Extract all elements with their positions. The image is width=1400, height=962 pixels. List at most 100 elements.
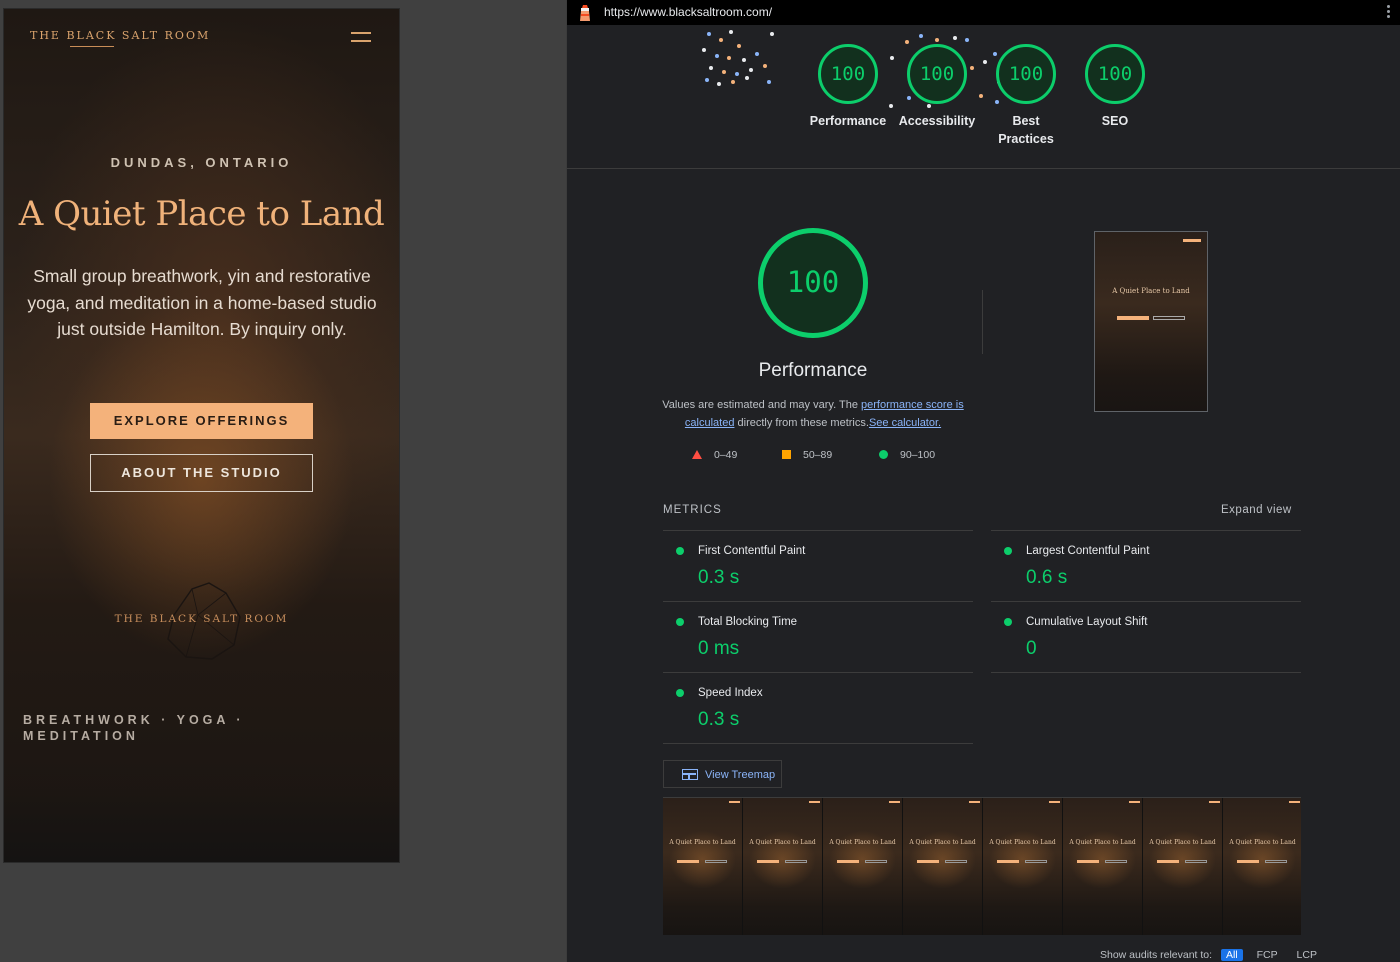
legend-fail-label: 0–49: [714, 449, 738, 461]
gauge-best-practices[interactable]: 100 Best Practices: [981, 44, 1071, 148]
hero-subtitle: Small group breathwork, yin and restorat…: [27, 266, 377, 339]
thumb-title: A Quiet Place to Land: [1112, 287, 1190, 295]
filmstrip-frame: A Quiet Place to Land: [1143, 798, 1223, 935]
site-logo-text: THE BLACK SALT ROOM: [30, 29, 211, 42]
gauge-accessibility-label: Accessibility: [898, 114, 976, 128]
metric-name: Speed Index: [698, 687, 763, 699]
gauge-seo-label: SEO: [1101, 114, 1129, 128]
average-square-icon: [782, 450, 791, 459]
pass-circle-icon: [879, 450, 888, 459]
metric-value: 0.3 s: [698, 709, 740, 730]
pass-dot-icon: [1004, 618, 1012, 626]
legend-pass: 90–100: [879, 449, 935, 461]
frame-title: A Quiet Place to Land: [1229, 839, 1296, 846]
metric-name: Cumulative Layout Shift: [1026, 616, 1148, 628]
pass-dot-icon: [676, 618, 684, 626]
metric-speed-index: Speed Index 0.3 s: [663, 672, 973, 743]
filmstrip: A Quiet Place to Land A Quiet Place to L…: [663, 797, 1301, 935]
metric-value: 0 ms: [698, 638, 740, 659]
note-text-2: directly from these metrics.: [734, 417, 869, 429]
logo-underline: [70, 46, 114, 47]
view-treemap-button[interactable]: View Treemap: [663, 760, 782, 788]
filmstrip-frame: A Quiet Place to Land: [1063, 798, 1143, 935]
legend-average: 50–89: [782, 449, 832, 461]
metric-first-contentful-paint: First Contentful Paint 0.3 s: [663, 530, 973, 601]
note-text-1: Values are estimated and may vary. The: [662, 399, 861, 411]
gauge-seo[interactable]: 100 SEO: [1070, 44, 1160, 130]
performance-note: Values are estimated and may vary. The p…: [662, 396, 964, 432]
lighthouse-logo-icon: [580, 5, 590, 21]
metric-value: 0.3 s: [698, 567, 740, 588]
frame-title: A Quiet Place to Land: [669, 839, 736, 846]
filmstrip-frame: A Quiet Place to Land: [983, 798, 1063, 935]
treemap-icon: [682, 769, 698, 780]
frame-title: A Quiet Place to Land: [1069, 839, 1136, 846]
filter-fcp-chip[interactable]: FCP: [1252, 949, 1283, 961]
gauge-accessibility[interactable]: 100 Accessibility: [892, 44, 982, 130]
metric-value: 0: [1026, 638, 1037, 659]
legend-average-label: 50–89: [803, 449, 833, 461]
offerings-tagline: BREATHWORK · YOGA · MEDITATION: [23, 713, 245, 743]
metrics-header: METRICS: [663, 504, 722, 516]
view-treemap-label: View Treemap: [705, 769, 776, 781]
pass-dot-icon: [1004, 547, 1012, 555]
hero-kicker: DUNDAS, ONTARIO: [110, 155, 293, 170]
frame-title: A Quiet Place to Land: [909, 839, 976, 846]
report-url[interactable]: https://www.blacksaltroom.com/: [604, 5, 772, 19]
vertical-divider: [982, 290, 983, 354]
filmstrip-frame: A Quiet Place to Land: [823, 798, 903, 935]
report-url-bar: https://www.blacksaltroom.com/: [567, 0, 1400, 25]
pass-dot-icon: [676, 689, 684, 697]
pass-dot-icon: [676, 547, 684, 555]
frame-title: A Quiet Place to Land: [829, 839, 896, 846]
gauge-performance-label: Performance: [809, 114, 887, 128]
metric-name: Largest Contentful Paint: [1026, 545, 1150, 557]
metric-name: Total Blocking Time: [698, 616, 798, 628]
filmstrip-frame: A Quiet Place to Land: [1223, 798, 1301, 935]
expand-view-toggle[interactable]: Expand view: [1221, 504, 1292, 516]
audit-filter: Show audits relevant to: All FCP LCP: [1100, 949, 1322, 961]
filmstrip-frame: A Quiet Place to Land: [903, 798, 983, 935]
gauge-performance-score: 100: [818, 44, 878, 104]
filmstrip-frame: A Quiet Place to Land: [663, 798, 743, 935]
final-screenshot-thumbnail[interactable]: A Quiet Place to Land: [1094, 231, 1208, 412]
bottom-fade: [4, 789, 399, 862]
fail-triangle-icon: [692, 450, 702, 459]
frame-title: A Quiet Place to Land: [989, 839, 1056, 846]
hero-title: A Quiet Place to Land: [18, 194, 385, 234]
filter-all-chip[interactable]: All: [1221, 949, 1243, 961]
thumb-primary-button: [1117, 316, 1149, 320]
site-logo[interactable]: THE BLACK SALT ROOM: [30, 29, 210, 47]
explore-offerings-button[interactable]: EXPLORE OFFERINGS: [90, 403, 313, 439]
more-options-icon[interactable]: [1387, 5, 1390, 20]
mobile-site-preview: THE BLACK SALT ROOM DUNDAS, ONTARIO A Qu…: [4, 9, 399, 862]
gauge-best-practices-label: Best Practices: [998, 114, 1054, 146]
metrics-divider: [663, 743, 973, 744]
about-the-studio-button[interactable]: ABOUT THE STUDIO: [90, 454, 313, 492]
thumb-secondary-button: [1153, 316, 1185, 320]
legend-fail: 0–49: [692, 449, 737, 461]
performance-title: Performance: [758, 360, 868, 381]
performance-score-gauge: 100: [758, 228, 868, 338]
audit-filter-label: Show audits relevant to:: [1100, 949, 1213, 961]
thumb-nav-button: [1183, 239, 1201, 242]
gauge-best-practices-score: 100: [996, 44, 1056, 104]
footer-logo: THE BLACK SALT ROOM: [114, 613, 289, 625]
frame-title: A Quiet Place to Land: [1149, 839, 1216, 846]
filmstrip-frame: A Quiet Place to Land: [743, 798, 823, 935]
filter-lcp-chip[interactable]: LCP: [1292, 949, 1322, 961]
gauge-performance[interactable]: 100 Performance: [803, 44, 893, 130]
legend-pass-label: 90–100: [900, 449, 936, 461]
gauge-seo-score: 100: [1085, 44, 1145, 104]
metric-value: 0.6 s: [1026, 567, 1068, 588]
hamburger-menu-icon[interactable]: [351, 32, 371, 44]
lighthouse-report: https://www.blacksaltroom.com/ 100 Perfo…: [566, 0, 1400, 962]
see-calculator-link[interactable]: See calculator.: [869, 417, 941, 429]
metric-name: First Contentful Paint: [698, 545, 806, 557]
category-gauges: 100 Performance 100 Accessibility 100 Be…: [567, 26, 1400, 169]
metric-cumulative-layout-shift: Cumulative Layout Shift 0: [991, 601, 1301, 673]
metric-largest-contentful-paint: Largest Contentful Paint 0.6 s: [991, 530, 1301, 601]
frame-title: A Quiet Place to Land: [749, 839, 816, 846]
gauge-accessibility-score: 100: [907, 44, 967, 104]
metric-total-blocking-time: Total Blocking Time 0 ms: [663, 601, 973, 672]
